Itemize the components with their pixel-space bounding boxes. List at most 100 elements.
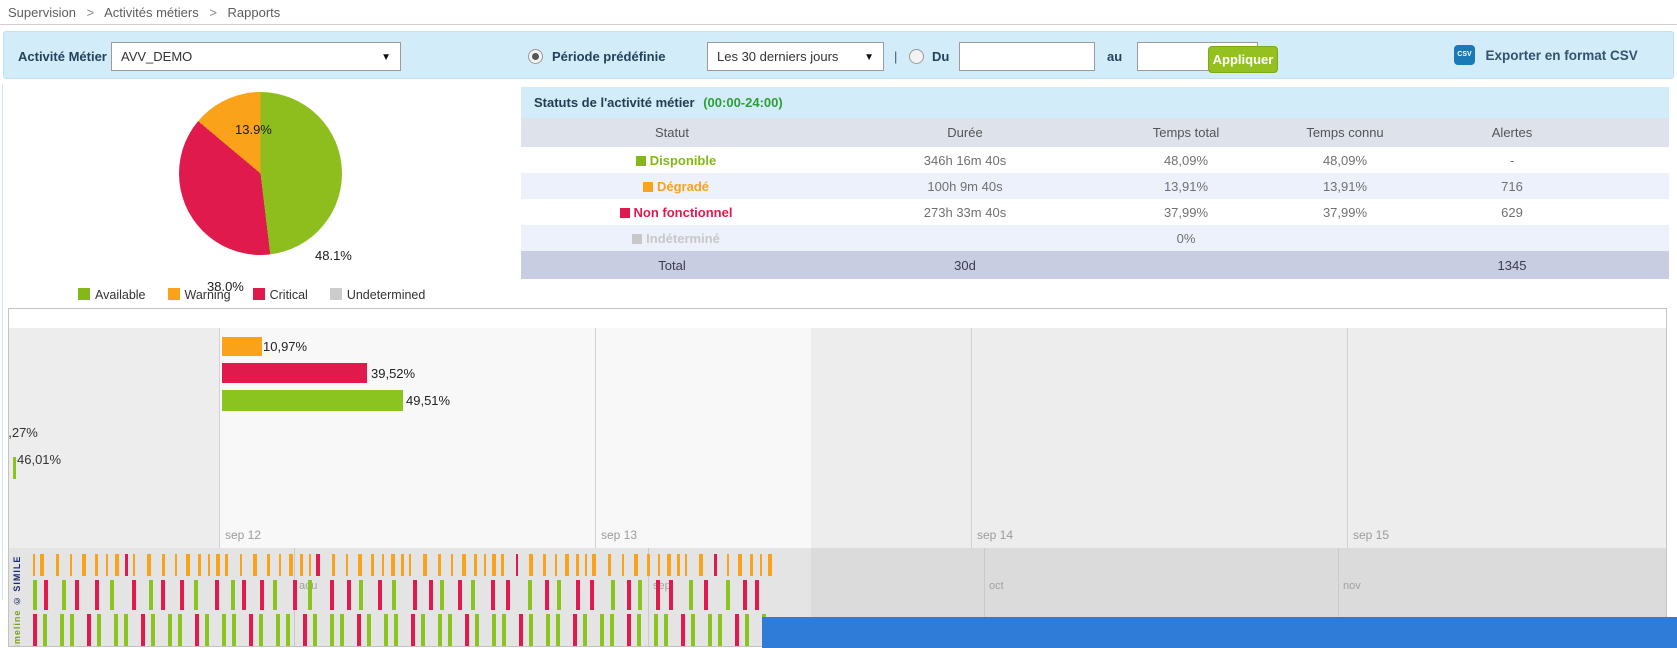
status-tick <box>546 614 550 646</box>
status-tick <box>440 580 444 610</box>
timeline-bar-available[interactable] <box>222 390 403 411</box>
toolbar-separator: | <box>894 49 897 64</box>
status-tick <box>253 554 257 576</box>
legend-item-undetermined: Undetermined <box>330 288 426 302</box>
status-tick <box>33 614 37 646</box>
status-tick <box>585 554 587 576</box>
export-csv-link[interactable]: CSV Exporter en format CSV <box>1454 45 1638 65</box>
status-tick <box>231 580 235 610</box>
status-tick <box>225 554 228 576</box>
status-tick <box>242 580 246 610</box>
timeline-main-band[interactable]: sep 12 sep 13 sep 14 sep 15 10,97% 39,52… <box>9 328 1667 548</box>
period-select[interactable]: Les 30 derniers jours ▼ <box>707 42 884 71</box>
status-tick <box>194 580 198 610</box>
status-tick <box>330 614 334 646</box>
status-tick <box>378 580 382 610</box>
status-tick <box>475 614 479 646</box>
table-row-disponible: Disponible 346h 16m 40s 48,09% 48,09% - <box>521 147 1669 173</box>
status-tick <box>735 614 739 646</box>
status-swatch <box>643 182 653 192</box>
to-label: au <box>1107 49 1122 64</box>
status-tick <box>330 580 334 610</box>
period-select-value: Les 30 derniers jours <box>717 49 838 64</box>
status-tick <box>260 580 264 610</box>
status-tick <box>82 554 86 576</box>
status-tick <box>60 614 64 646</box>
legend-item-available: Available <box>78 288 146 302</box>
legend-swatch-available <box>78 288 90 300</box>
status-tick <box>590 580 594 610</box>
status-tick <box>293 580 297 610</box>
timeline-bar-warning[interactable] <box>222 337 262 356</box>
status-tick <box>132 580 136 610</box>
day-label-sep14: sep 14 <box>971 528 1013 542</box>
status-table-panel: Statuts de l'activité métier (00:00-24:0… <box>521 87 1669 279</box>
status-tick <box>708 614 712 646</box>
status-tick <box>382 554 384 576</box>
from-date-input[interactable] <box>959 42 1095 71</box>
timeline-highlight-span <box>219 328 811 548</box>
breadcrumb-supervision[interactable]: Supervision <box>8 5 76 20</box>
status-tick <box>303 614 307 646</box>
status-tick <box>114 614 118 646</box>
status-tick <box>44 580 48 610</box>
status-tick <box>726 580 730 610</box>
status-tick <box>727 554 729 576</box>
status-tick <box>583 614 587 646</box>
status-tick <box>622 554 624 576</box>
status-tick <box>367 614 371 646</box>
day-label-sep15: sep 15 <box>1347 528 1389 542</box>
status-tick <box>448 614 452 646</box>
status-tick <box>573 614 577 646</box>
status-tick <box>451 554 453 576</box>
status-tick <box>162 554 165 576</box>
status-tick <box>647 554 650 576</box>
status-tick <box>62 580 66 610</box>
apply-button[interactable]: Appliquer <box>1208 46 1278 73</box>
breadcrumb-separator: > <box>87 5 95 20</box>
status-tick <box>576 580 580 610</box>
status-tick <box>106 554 108 576</box>
simile-timeline-panel: sep 12 sep 13 sep 14 sep 15 10,97% 39,52… <box>8 308 1667 647</box>
status-tick <box>413 580 417 610</box>
custom-period-radio[interactable] <box>909 49 924 64</box>
status-tick <box>634 554 638 576</box>
breadcrumb-rapports[interactable]: Rapports <box>228 5 281 20</box>
status-tick <box>627 580 631 610</box>
from-label: Du <box>932 49 949 64</box>
status-tick <box>70 614 74 646</box>
status-tick <box>556 614 560 646</box>
status-tick <box>308 580 312 610</box>
status-tick <box>502 614 506 646</box>
pie-chart[interactable] <box>179 92 342 255</box>
clipped-bar-label: 46,01% <box>17 452 61 467</box>
status-tick <box>332 554 335 576</box>
status-tick <box>222 614 226 646</box>
status-tick <box>421 614 425 646</box>
export-csv-label: Exporter en format CSV <box>1485 48 1637 63</box>
status-tick <box>175 554 177 576</box>
status-table-title: Statuts de l'activité métier (00:00-24:0… <box>521 87 1669 118</box>
status-tick <box>97 614 101 646</box>
status-tick <box>474 554 477 576</box>
status-tick <box>384 614 388 646</box>
status-tick <box>691 614 695 646</box>
status-tick <box>529 554 533 576</box>
simile-watermark: Timeline © SIMILE <box>12 516 22 647</box>
status-tick <box>689 580 693 610</box>
status-tick <box>543 554 546 576</box>
status-tick <box>391 554 395 576</box>
table-title-period: (00:00-24:00) <box>703 95 783 110</box>
status-tick <box>249 614 253 646</box>
activity-select[interactable]: AVV_DEMO ▼ <box>111 42 401 71</box>
status-tick <box>738 554 742 576</box>
status-tick <box>340 614 344 646</box>
predefined-period-radio[interactable] <box>528 49 543 64</box>
status-tick <box>681 614 685 646</box>
timeline-bar-critical[interactable] <box>222 363 367 383</box>
status-tick <box>115 554 119 576</box>
status-tick <box>186 554 190 576</box>
breadcrumb-activites-metiers[interactable]: Activités métiers <box>104 5 199 20</box>
status-tick <box>273 580 277 610</box>
status-tick <box>357 614 361 646</box>
